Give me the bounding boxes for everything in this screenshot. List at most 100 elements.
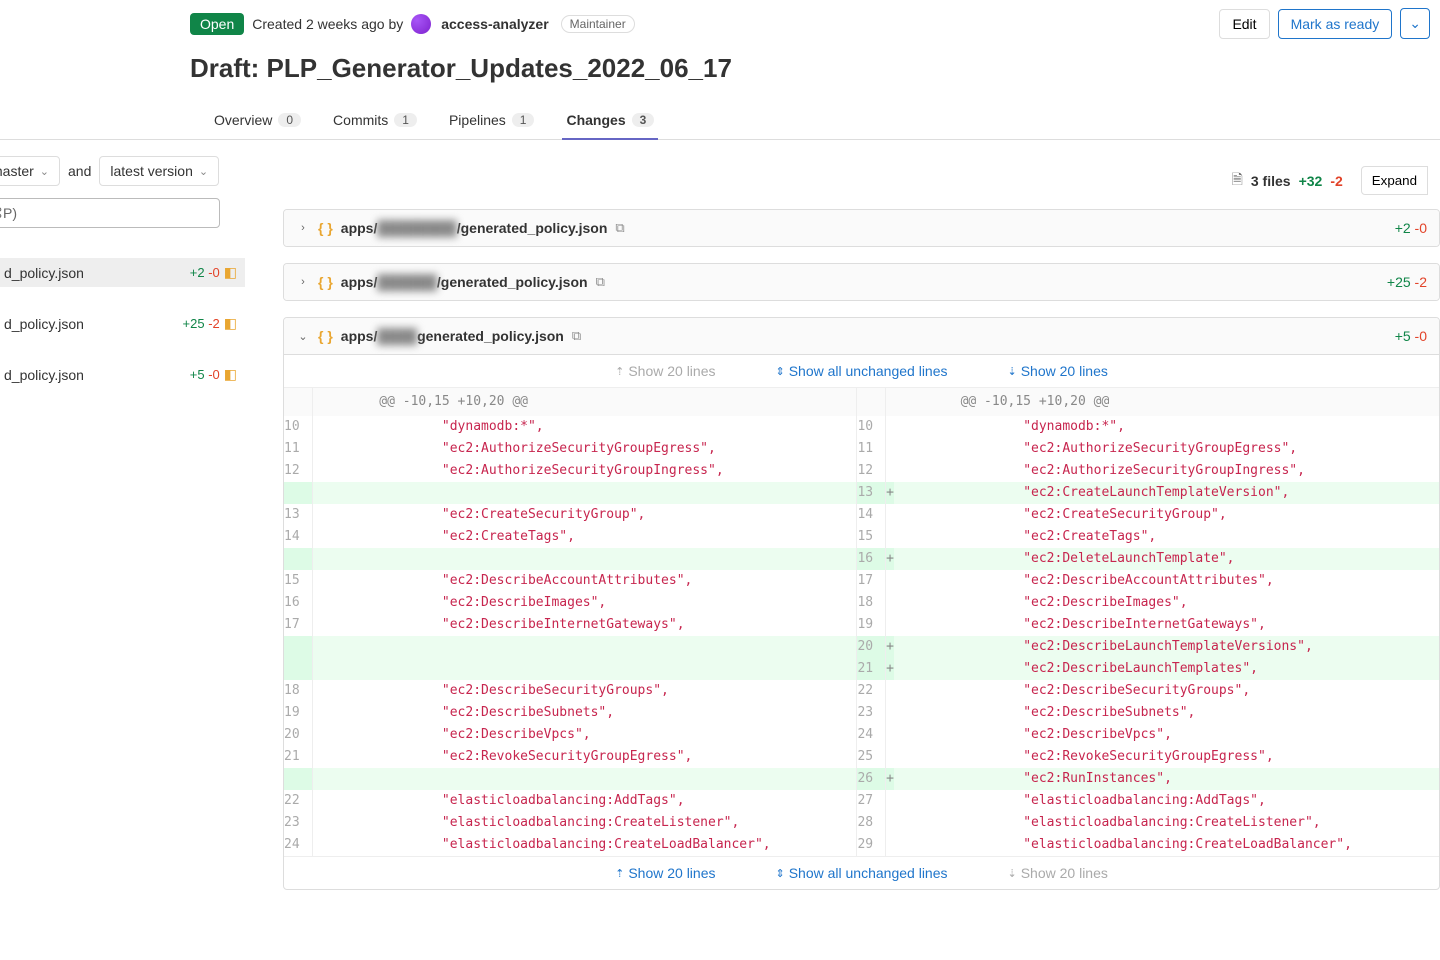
- diff-sign: [886, 680, 894, 702]
- tab-commits[interactable]: Commits1: [329, 102, 421, 140]
- diff-sign: +: [886, 482, 894, 504]
- diff-line[interactable]: 16 "ec2:DescribeImages",18 "ec2:Describe…: [284, 592, 1439, 614]
- chevron-down-icon[interactable]: ⌄: [296, 330, 310, 343]
- new-line-content: "ec2:DeleteLaunchTemplate",: [894, 548, 1439, 570]
- base-branch-select[interactable]: master ⌄: [0, 156, 60, 186]
- tab-pipelines[interactable]: Pipelines1: [445, 102, 539, 140]
- old-line-number: 16: [284, 592, 312, 614]
- copy-path-icon[interactable]: ⧉: [596, 274, 605, 290]
- diff-line[interactable]: 18 "ec2:DescribeSecurityGroups",22 "ec2:…: [284, 680, 1439, 702]
- file-path[interactable]: apps/████████/generated_policy.json: [341, 220, 608, 236]
- diff-line[interactable]: 12 "ec2:AuthorizeSecurityGroupIngress",1…: [284, 460, 1439, 482]
- show-20-below[interactable]: ⇣ Show 20 lines: [1008, 363, 1108, 379]
- diff-line[interactable]: 22 "elasticloadbalancing:AddTags",27 "el…: [284, 790, 1439, 812]
- diff-sign: [886, 790, 894, 812]
- new-line-number: 16: [857, 548, 886, 570]
- new-line-number: 15: [857, 526, 886, 548]
- additions: +2: [190, 265, 205, 280]
- old-line-content: "elasticloadbalancing:AddTags",: [312, 790, 857, 812]
- diff-sign: [886, 504, 894, 526]
- avatar[interactable]: [411, 14, 431, 34]
- actions-dropdown[interactable]: ⌄: [1400, 8, 1430, 39]
- old-line-content: "elasticloadbalancing:CreateListener",: [312, 812, 857, 834]
- author-link[interactable]: access-analyzer: [441, 16, 548, 32]
- json-file-icon: { }: [318, 328, 333, 344]
- and-label: and: [68, 163, 91, 179]
- old-line-content: "ec2:DescribeInternetGateways",: [312, 614, 857, 636]
- new-line-content: "elasticloadbalancing:CreateLoadBalancer…: [894, 834, 1439, 856]
- old-line-number: 22: [284, 790, 312, 812]
- copy-path-icon[interactable]: ⧉: [572, 328, 581, 344]
- edit-button[interactable]: Edit: [1219, 9, 1269, 39]
- diff-line[interactable]: 16+ "ec2:DeleteLaunchTemplate",: [284, 548, 1439, 570]
- file-header[interactable]: ⌄{ }apps/████generated_policy.json⧉+5 -0: [284, 318, 1439, 355]
- show-all-unchanged[interactable]: ⇕ Show all unchanged lines: [776, 363, 948, 379]
- new-line-number: 13: [857, 482, 886, 504]
- json-file-icon: { }: [318, 274, 333, 290]
- new-line-number: 29: [857, 834, 886, 856]
- old-line-number: 13: [284, 504, 312, 526]
- file-additions: +5: [1395, 328, 1411, 344]
- files-count: 3 files: [1251, 173, 1291, 189]
- tab-overview[interactable]: Overview0: [210, 102, 305, 140]
- new-line-number: 25: [857, 746, 886, 768]
- created-text: Created 2 weeks ago by: [252, 16, 403, 32]
- file-header[interactable]: ›{ }apps/████████/generated_policy.json⧉…: [284, 210, 1439, 246]
- file-header[interactable]: › { } apps/██████/generated_policy.json ⧉ +2…: [284, 264, 1439, 300]
- expand-lines-top: ⇡ Show 20 lines⇕ Show all unchanged line…: [284, 355, 1439, 388]
- diff-line[interactable]: 11 "ec2:AuthorizeSecurityGroupEgress",11…: [284, 438, 1439, 460]
- mark-as-ready-button[interactable]: Mark as ready: [1278, 9, 1393, 39]
- diff-line[interactable]: 14 "ec2:CreateTags",15 "ec2:CreateTags",: [284, 526, 1439, 548]
- old-line-content: [312, 482, 857, 504]
- old-line-number: [284, 768, 312, 790]
- file-additions: +25: [1387, 274, 1411, 290]
- old-line-content: "ec2:DescribeAccountAttributes",: [312, 570, 857, 592]
- chevron-right-icon[interactable]: ›: [296, 276, 310, 288]
- diff-line[interactable]: 21+ "ec2:DescribeLaunchTemplates",: [284, 658, 1439, 680]
- diff-sign: [886, 702, 894, 724]
- expand-all-button[interactable]: Expand: [1361, 166, 1428, 195]
- new-line-content: "ec2:DescribeInternetGateways",: [894, 614, 1439, 636]
- show-all-unchanged[interactable]: ⇕ Show all unchanged lines: [776, 865, 948, 881]
- old-line-number: 23: [284, 812, 312, 834]
- tab-changes[interactable]: Changes3: [562, 102, 658, 140]
- diff-line[interactable]: 19 "ec2:DescribeSubnets",23 "ec2:Describ…: [284, 702, 1439, 724]
- expand-down-icon: ⇣: [1008, 365, 1017, 378]
- diff-line[interactable]: 21 "ec2:RevokeSecurityGroupEgress",25 "e…: [284, 746, 1439, 768]
- diff-sign: +: [886, 636, 894, 658]
- file-path[interactable]: apps/████generated_policy.json: [341, 328, 564, 344]
- expand-up-icon: ⇡: [615, 365, 624, 378]
- new-line-number: 10: [857, 416, 886, 438]
- copy-path-icon[interactable]: ⧉: [615, 220, 624, 236]
- file-tree-item[interactable]: d_policy.json+5 -0◧: [0, 360, 245, 389]
- file-deletions: -2: [1415, 274, 1427, 290]
- compare-version-select[interactable]: latest version ⌄: [99, 156, 219, 186]
- file-tree-item[interactable]: d_policy.json+2 -0◧: [0, 258, 245, 287]
- file-path[interactable]: apps/██████/generated_policy.json: [341, 274, 588, 290]
- show-20-above[interactable]: ⇡ Show 20 lines: [615, 865, 715, 881]
- diff-line[interactable]: 24 "elasticloadbalancing:CreateLoadBalan…: [284, 834, 1439, 856]
- old-line-number: 21: [284, 746, 312, 768]
- file-tree-item[interactable]: d_policy.json+25 -2◧: [0, 309, 245, 338]
- new-line-content: "ec2:DescribeVpcs",: [894, 724, 1439, 746]
- diff-line[interactable]: 23 "elasticloadbalancing:CreateListener"…: [284, 812, 1439, 834]
- diff-line[interactable]: 15 "ec2:DescribeAccountAttributes",17 "e…: [284, 570, 1439, 592]
- old-line-content: "ec2:CreateTags",: [312, 526, 857, 548]
- diff-table: @@ -10,15 +10,20 @@ @@ -10,15 +10,20 @@1…: [284, 388, 1439, 856]
- file-filter-input[interactable]: [0, 198, 220, 228]
- diff-line[interactable]: 10 "dynamodb:*",10 "dynamodb:*",: [284, 416, 1439, 438]
- chevron-right-icon[interactable]: ›: [296, 222, 310, 234]
- diff-line[interactable]: 17 "ec2:DescribeInternetGateways",19 "ec…: [284, 614, 1439, 636]
- diff-line[interactable]: 20+ "ec2:DescribeLaunchTemplateVersions"…: [284, 636, 1439, 658]
- diff-line[interactable]: 20 "ec2:DescribeVpcs",24 "ec2:DescribeVp…: [284, 724, 1439, 746]
- old-line-number: [284, 482, 312, 504]
- diff-line[interactable]: 13+ "ec2:CreateLaunchTemplateVersion",: [284, 482, 1439, 504]
- diff-line[interactable]: 13 "ec2:CreateSecurityGroup",14 "ec2:Cre…: [284, 504, 1439, 526]
- modified-icon: ◧: [224, 264, 237, 281]
- new-line-content: "ec2:DescribeLaunchTemplateVersions",: [894, 636, 1439, 658]
- diff-sign: [886, 614, 894, 636]
- chevron-down-icon: ⌄: [1409, 15, 1421, 31]
- diff-sign: [886, 812, 894, 834]
- diff-line[interactable]: 26+ "ec2:RunInstances",: [284, 768, 1439, 790]
- modified-icon: ◧: [224, 315, 237, 332]
